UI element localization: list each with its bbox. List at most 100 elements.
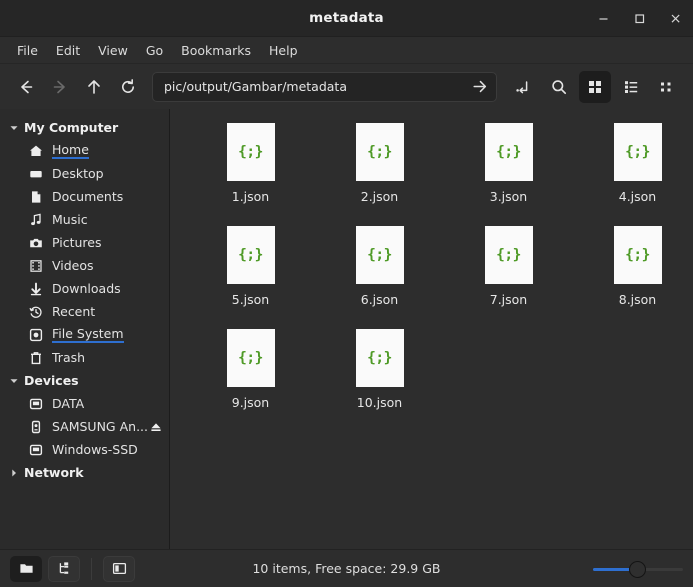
chevron-down-icon bbox=[7, 376, 21, 386]
sidebar-item-samsung-android[interactable]: SAMSUNG An... bbox=[0, 415, 169, 438]
sidebar-item-downloads[interactable]: Downloads bbox=[0, 277, 169, 300]
sidebar-item-label: Music bbox=[52, 212, 88, 227]
go-arrow-icon[interactable] bbox=[471, 78, 488, 95]
toolbar: pic/output/Gambar/metadata bbox=[0, 64, 693, 109]
sidebar-item-label: Pictures bbox=[52, 235, 102, 250]
window-controls bbox=[585, 0, 693, 36]
sidebar-group-devices[interactable]: Devices bbox=[0, 369, 169, 392]
sidebar-item-label: Desktop bbox=[52, 166, 104, 181]
maximize-button[interactable] bbox=[621, 0, 657, 37]
file-label: 2.json bbox=[360, 189, 399, 204]
file-manager-window: metadata File Edit View Go Bookmarks Hel… bbox=[0, 0, 693, 587]
file-label: 9.json bbox=[231, 395, 270, 410]
window-body: My Computer Home Desktop Documents Music… bbox=[0, 109, 693, 549]
sidebar-item-documents[interactable]: Documents bbox=[0, 185, 169, 208]
menu-go[interactable]: Go bbox=[137, 40, 172, 61]
clock-history-icon bbox=[26, 305, 45, 319]
sidebar-item-label: File System bbox=[52, 326, 124, 343]
status-bar-buttons bbox=[10, 555, 135, 582]
file-item[interactable]: {;} 7.json bbox=[444, 226, 573, 307]
up-button[interactable] bbox=[78, 71, 110, 103]
sidebar-group-label: Devices bbox=[24, 373, 79, 388]
close-button[interactable] bbox=[657, 0, 693, 37]
folder-icon[interactable] bbox=[10, 555, 42, 582]
search-icon[interactable] bbox=[543, 71, 575, 103]
file-item[interactable]: {;} 1.json bbox=[186, 123, 315, 204]
sidebar-item-home[interactable]: Home bbox=[0, 139, 169, 162]
sidebar-item-label: Downloads bbox=[52, 281, 121, 296]
sidebar-item-windows-ssd[interactable]: Windows-SSD bbox=[0, 438, 169, 461]
sidebar-item-label: Trash bbox=[52, 350, 86, 365]
drive-icon bbox=[26, 397, 45, 411]
file-label: 10.json bbox=[356, 395, 403, 410]
camera-icon bbox=[26, 236, 45, 250]
json-file-icon: {;} bbox=[484, 226, 533, 284]
eject-icon[interactable] bbox=[149, 420, 163, 434]
path-bar[interactable]: pic/output/Gambar/metadata bbox=[152, 71, 497, 102]
json-file-icon: {;} bbox=[613, 226, 662, 284]
title-bar: metadata bbox=[0, 0, 693, 37]
file-item[interactable]: {;} 6.json bbox=[315, 226, 444, 307]
file-item[interactable]: {;} 5.json bbox=[186, 226, 315, 307]
file-item[interactable]: {;} 9.json bbox=[186, 329, 315, 410]
file-item[interactable]: {;} 8.json bbox=[573, 226, 693, 307]
sidebar-item-data[interactable]: DATA bbox=[0, 392, 169, 415]
toolbar-right-buttons bbox=[507, 70, 683, 103]
sidebar-item-label: Documents bbox=[52, 189, 124, 204]
file-item[interactable]: {;} 2.json bbox=[315, 123, 444, 204]
home-icon bbox=[26, 144, 45, 158]
desktop-icon bbox=[26, 167, 45, 181]
sidebar-item-label: Home bbox=[52, 142, 89, 159]
sidebar-item-trash[interactable]: Trash bbox=[0, 346, 169, 369]
sidebar-group-network[interactable]: Network bbox=[0, 461, 169, 484]
reload-button[interactable] bbox=[112, 71, 144, 103]
menu-view[interactable]: View bbox=[89, 40, 137, 61]
sidebar-item-pictures[interactable]: Pictures bbox=[0, 231, 169, 254]
disk-icon bbox=[26, 328, 45, 342]
json-file-icon: {;} bbox=[355, 123, 404, 181]
sidebar: My Computer Home Desktop Documents Music… bbox=[0, 109, 170, 549]
slider-handle[interactable] bbox=[629, 560, 646, 578]
sidebar-panel-icon[interactable] bbox=[103, 555, 135, 582]
sidebar-item-music[interactable]: Music bbox=[0, 208, 169, 231]
json-file-icon: {;} bbox=[613, 123, 662, 181]
file-grid: {;} 1.json {;} 2.json {;} 3.json {;} 4.j… bbox=[186, 123, 685, 410]
sidebar-item-recent[interactable]: Recent bbox=[0, 300, 169, 323]
zoom-slider[interactable] bbox=[593, 559, 683, 579]
back-button[interactable] bbox=[10, 71, 42, 103]
json-file-icon: {;} bbox=[226, 226, 275, 284]
file-item[interactable]: {;} 4.json bbox=[573, 123, 693, 204]
tree-icon[interactable] bbox=[48, 555, 80, 582]
sidebar-item-desktop[interactable]: Desktop bbox=[0, 162, 169, 185]
sidebar-item-label: Windows-SSD bbox=[52, 442, 138, 457]
path-entry-toggle-button[interactable] bbox=[507, 71, 539, 103]
sidebar-item-videos[interactable]: Videos bbox=[0, 254, 169, 277]
menu-bookmarks[interactable]: Bookmarks bbox=[172, 40, 260, 61]
forward-button[interactable] bbox=[44, 71, 76, 103]
sidebar-item-file-system[interactable]: File System bbox=[0, 323, 169, 346]
music-icon bbox=[26, 213, 45, 227]
compact-view-icon[interactable] bbox=[651, 71, 683, 103]
json-file-icon: {;} bbox=[355, 226, 404, 284]
file-item[interactable]: {;} 3.json bbox=[444, 123, 573, 204]
json-file-icon: {;} bbox=[484, 123, 533, 181]
sidebar-item-label: Recent bbox=[52, 304, 96, 319]
phone-icon bbox=[26, 420, 45, 434]
sidebar-group-my-computer[interactable]: My Computer bbox=[0, 116, 169, 139]
file-list-area[interactable]: {;} 1.json {;} 2.json {;} 3.json {;} 4.j… bbox=[170, 109, 693, 549]
chevron-right-icon bbox=[7, 468, 21, 478]
drive-icon bbox=[26, 443, 45, 457]
minimize-button[interactable] bbox=[585, 0, 621, 37]
trash-icon bbox=[26, 351, 45, 365]
zoom-control[interactable] bbox=[593, 559, 683, 579]
menu-file[interactable]: File bbox=[8, 40, 47, 61]
file-label: 6.json bbox=[360, 292, 399, 307]
menu-edit[interactable]: Edit bbox=[47, 40, 89, 61]
file-item[interactable]: {;} 10.json bbox=[315, 329, 444, 410]
menu-help[interactable]: Help bbox=[260, 40, 307, 61]
path-input[interactable]: pic/output/Gambar/metadata bbox=[164, 79, 471, 94]
grid-view-icon[interactable] bbox=[579, 70, 611, 103]
film-icon bbox=[26, 259, 45, 273]
list-view-icon[interactable] bbox=[615, 71, 647, 103]
document-icon bbox=[26, 190, 45, 204]
